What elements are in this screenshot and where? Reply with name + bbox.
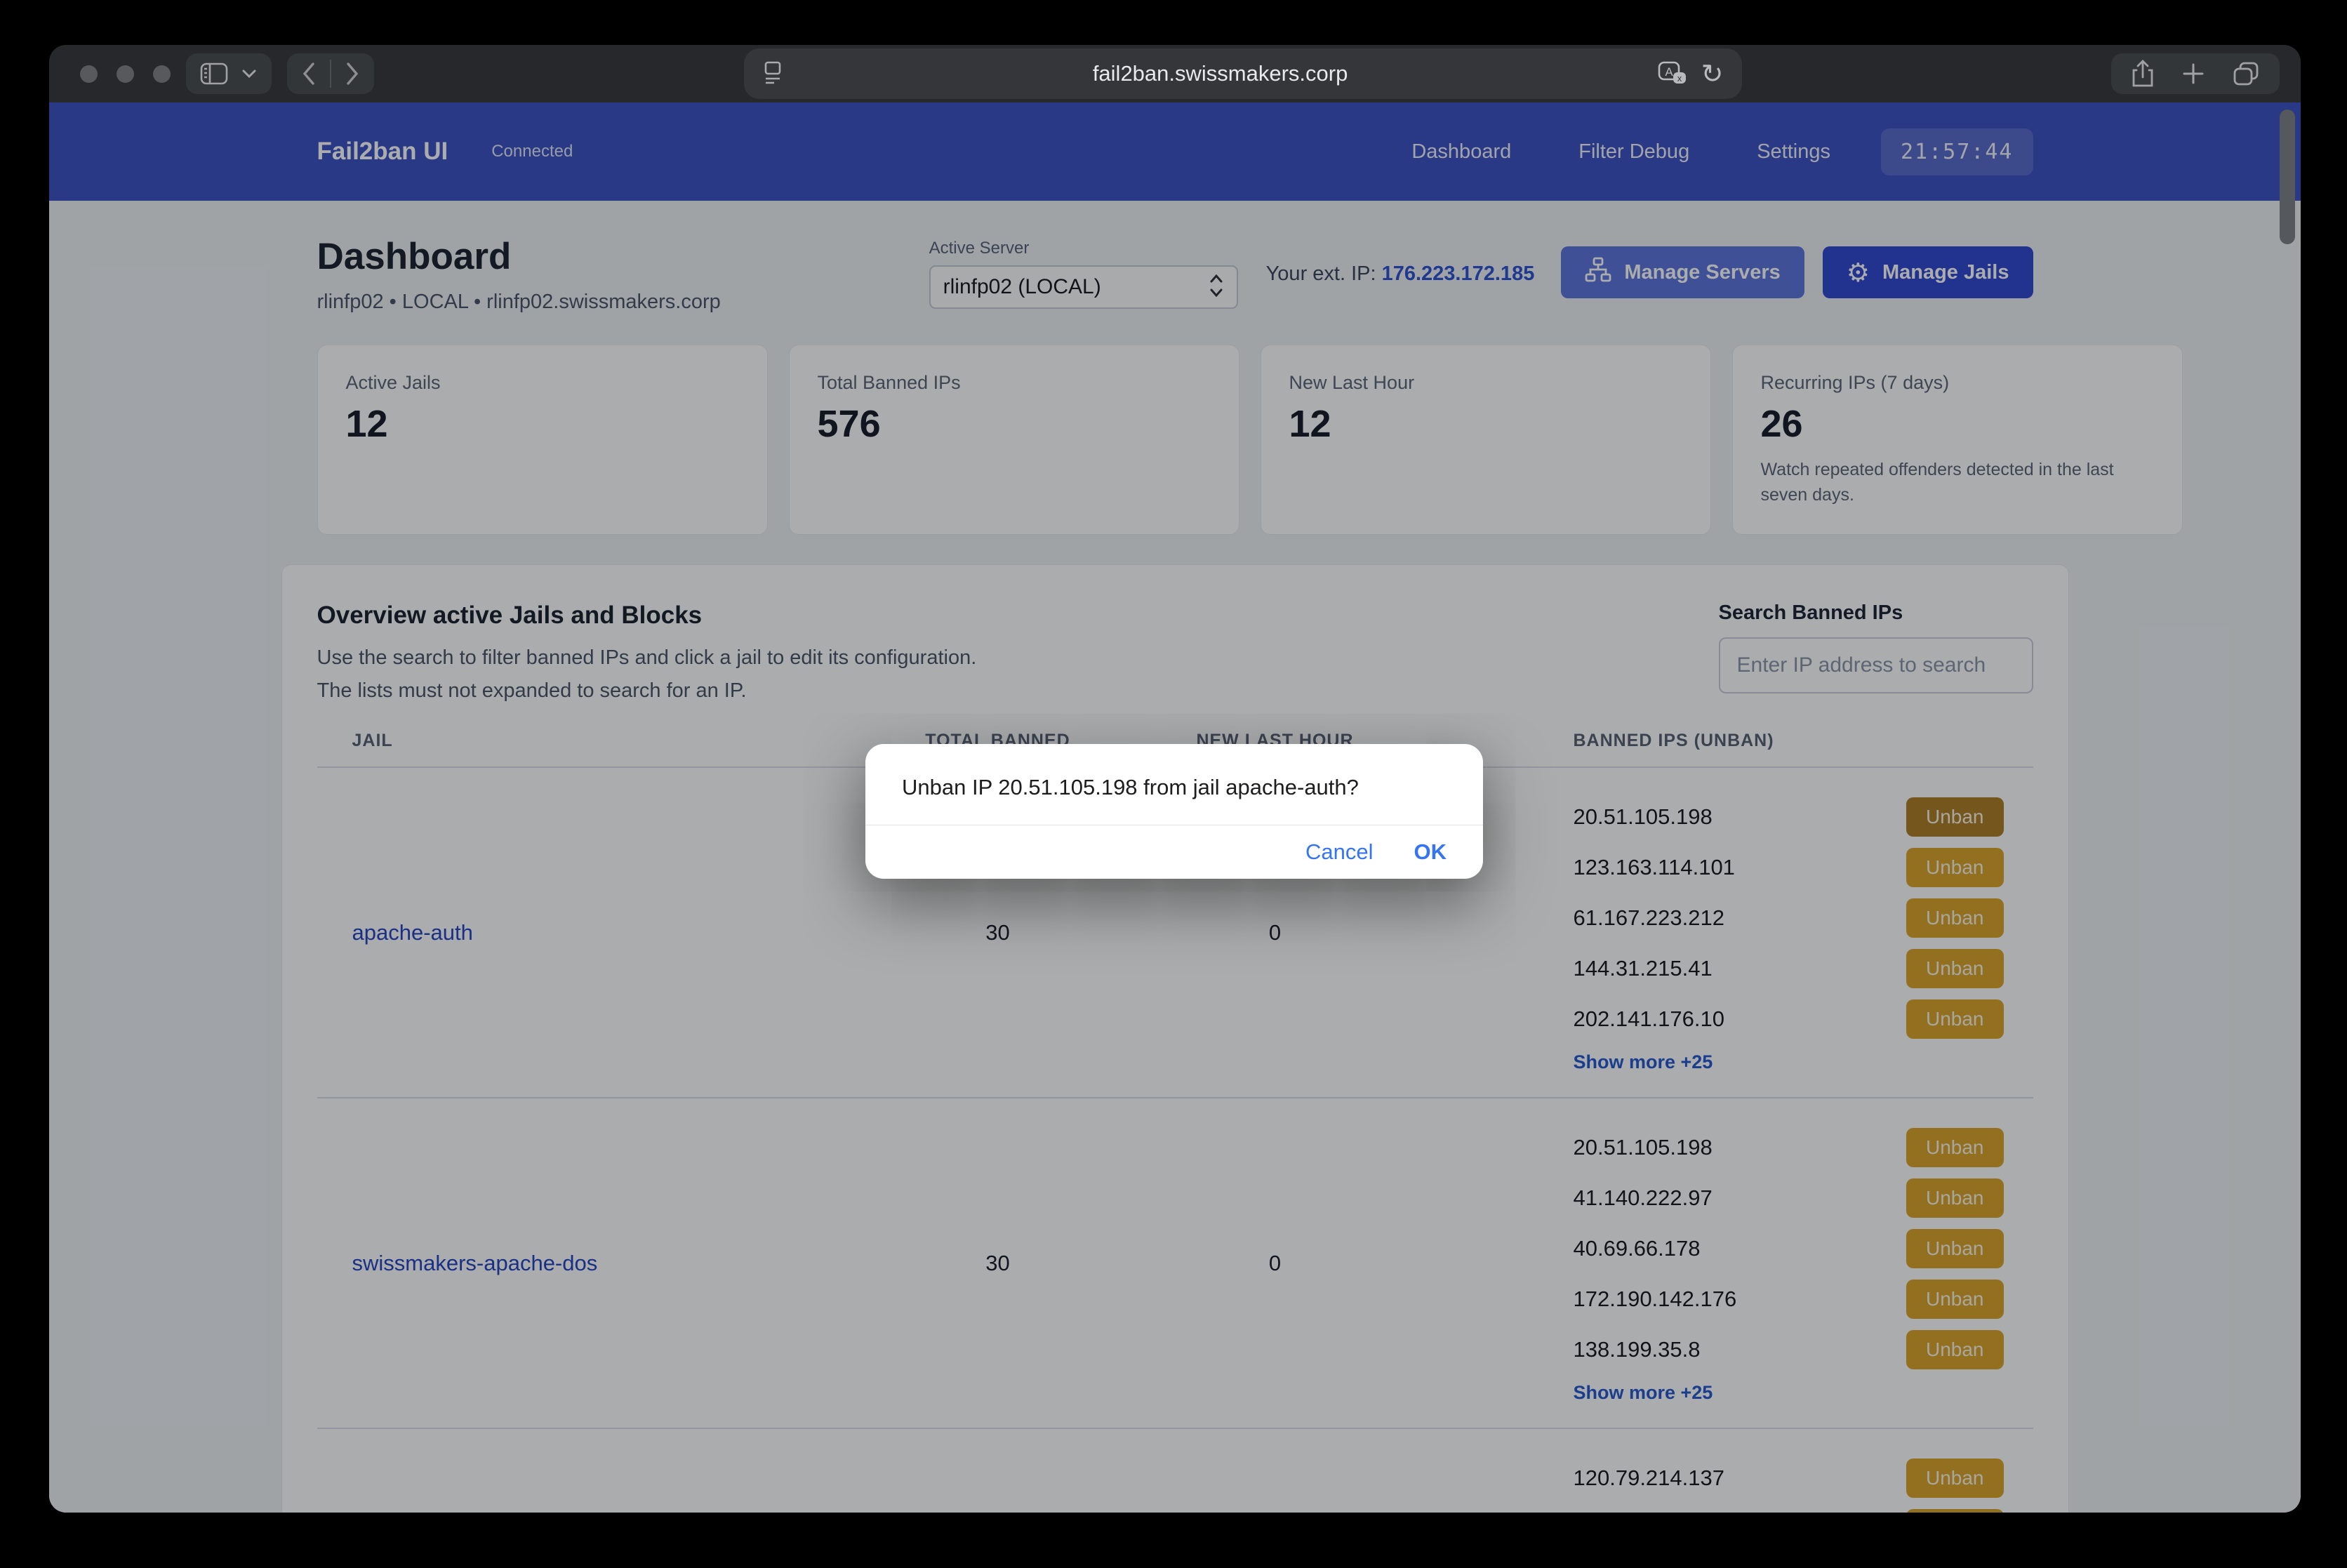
chevron-right-icon [345, 61, 360, 86]
plus-icon [2181, 62, 2205, 86]
toolbar-right-group [2111, 53, 2280, 94]
page-format-icon[interactable] [762, 59, 783, 88]
divider [329, 58, 332, 89]
svg-text:A: A [1665, 65, 1673, 79]
translate-button[interactable]: A x [1658, 60, 1687, 88]
safari-window: fail2ban.swissmakers.corp A x ↻ [49, 45, 2301, 1513]
ok-button[interactable]: OK [1414, 839, 1447, 865]
url-text: fail2ban.swissmakers.corp [783, 61, 1658, 86]
tab-group-chevron-button[interactable] [241, 68, 258, 79]
sidebar-toggle-button[interactable] [200, 62, 228, 85]
traffic-lights [80, 65, 171, 83]
translate-icon: A x [1658, 60, 1687, 88]
scrollbar-thumb[interactable] [2280, 109, 2295, 244]
url-field[interactable]: fail2ban.swissmakers.corp A x ↻ [744, 48, 1742, 99]
back-button[interactable] [301, 61, 317, 86]
minimize-window-button[interactable] [117, 65, 134, 83]
tab-overview-button[interactable] [2232, 60, 2260, 87]
page-viewport: Fail2ban UI Connected DashboardFilter De… [49, 102, 2301, 1513]
svg-text:x: x [1677, 73, 1682, 84]
unban-confirm-dialog: Unban IP 20.51.105.198 from jail apache-… [865, 744, 1483, 879]
browser-toolbar: fail2ban.swissmakers.corp A x ↻ [49, 45, 2301, 102]
reload-button[interactable]: ↻ [1701, 60, 1724, 87]
forward-button[interactable] [345, 61, 360, 86]
dialog-message: Unban IP 20.51.105.198 from jail apache-… [865, 744, 1483, 800]
share-icon [2131, 59, 2155, 88]
sidebar-group [186, 53, 272, 94]
sidebar-icon [200, 62, 228, 85]
share-button[interactable] [2131, 59, 2155, 88]
chevron-left-icon [301, 61, 317, 86]
close-window-button[interactable] [80, 65, 98, 83]
reload-icon: ↻ [1701, 58, 1724, 89]
new-tab-button[interactable] [2181, 62, 2205, 86]
zoom-window-button[interactable] [153, 65, 171, 83]
chevron-down-icon [241, 68, 258, 79]
nav-buttons [287, 53, 374, 94]
tabs-icon [2232, 60, 2260, 87]
cancel-button[interactable]: Cancel [1305, 839, 1374, 865]
